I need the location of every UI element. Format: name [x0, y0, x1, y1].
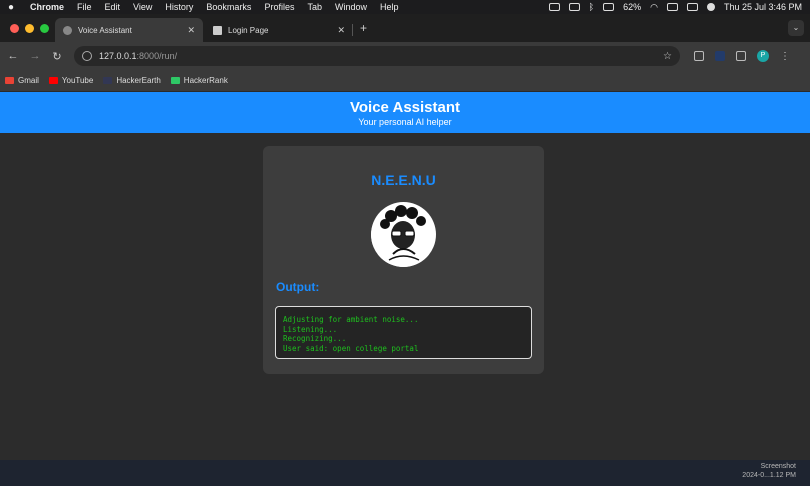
- control-center-icon[interactable]: [686, 3, 698, 11]
- screenshot-title: Screenshot: [760, 463, 796, 470]
- macos-menu-bar: ● Chrome File Edit View History Bookmark…: [0, 0, 810, 14]
- battery-icon[interactable]: [603, 3, 615, 11]
- menu-bookmarks[interactable]: Bookmarks: [206, 2, 251, 12]
- youtube-icon: [48, 77, 58, 84]
- close-tab-icon[interactable]: ✕: [187, 25, 195, 36]
- bookmark-label: HackerRank: [183, 76, 228, 85]
- url-text[interactable]: 127.0.0.1:8000/run/: [99, 51, 177, 61]
- menu-history[interactable]: History: [165, 2, 193, 12]
- bluetooth-icon[interactable]: ᛒ: [589, 2, 594, 12]
- minimize-window-button[interactable]: [25, 24, 34, 33]
- close-tab-icon[interactable]: ✕: [337, 25, 345, 36]
- bookmark-youtube[interactable]: YouTube: [48, 76, 94, 85]
- siri-icon[interactable]: [706, 3, 715, 11]
- hackerrank-icon: [170, 77, 180, 84]
- menu-app-name[interactable]: Chrome: [30, 2, 64, 12]
- output-line: Listening...: [283, 324, 338, 334]
- menu-profiles[interactable]: Profiles: [264, 2, 294, 12]
- menu-edit[interactable]: Edit: [105, 2, 121, 12]
- menu-view[interactable]: View: [133, 2, 152, 12]
- tab-separator: [352, 24, 353, 36]
- display-icon[interactable]: [568, 3, 580, 11]
- assistant-card: N.E.E.N.U Output: Adjusting for ambient …: [263, 146, 544, 374]
- bookmark-label: YouTube: [61, 76, 94, 85]
- output-line: Recognizing...: [283, 334, 347, 343]
- bookmark-label: Gmail: [18, 76, 39, 85]
- screenshot-date: 2024-0...1.12 PM: [742, 472, 796, 479]
- screenshot-thumbnail[interactable]: Screenshot 2024-0...1.12 PM: [742, 462, 796, 480]
- menu-file[interactable]: File: [77, 2, 92, 12]
- menu-help[interactable]: Help: [380, 2, 399, 12]
- page-favicon-icon: [213, 25, 222, 35]
- browser-toolbar: ← → ↻ 127.0.0.1:8000/run/ ☆ P ⋮: [0, 42, 810, 70]
- tab-search-button[interactable]: ⌄: [788, 20, 804, 36]
- gmail-icon: [5, 77, 14, 84]
- site-info-icon[interactable]: [82, 51, 92, 61]
- profile-avatar[interactable]: P: [757, 50, 769, 62]
- tab-title: Voice Assistant: [78, 25, 132, 35]
- window-controls: [10, 24, 49, 33]
- avatar-illustration-icon: [371, 203, 435, 267]
- tab-login-page[interactable]: Login Page ✕: [205, 18, 353, 42]
- page-viewport: Voice Assistant Your personal AI helper …: [0, 92, 810, 460]
- reload-icon[interactable]: ↻: [46, 50, 68, 63]
- assistant-name: N.E.E.N.U: [371, 172, 436, 188]
- menu-window[interactable]: Window: [335, 2, 367, 12]
- app-status-icon[interactable]: [548, 3, 560, 11]
- page-header: Voice Assistant Your personal AI helper: [0, 92, 810, 133]
- output-line: User said: open college portal: [283, 343, 419, 353]
- apple-icon[interactable]: ●: [8, 2, 20, 13]
- hackerearth-icon: [103, 77, 113, 84]
- close-window-button[interactable]: [10, 24, 19, 33]
- desktop-strip: Screenshot 2024-0...1.12 PM: [0, 460, 810, 486]
- zoom-window-button[interactable]: [40, 24, 49, 33]
- toolbar-actions: P ⋮: [694, 50, 790, 62]
- bookmark-star-icon[interactable]: ☆: [663, 51, 672, 62]
- more-menu-icon[interactable]: ⋮: [780, 51, 790, 62]
- address-bar[interactable]: 127.0.0.1:8000/run/ ☆: [74, 46, 680, 66]
- tab-voice-assistant[interactable]: Voice Assistant ✕: [55, 18, 203, 42]
- wifi-icon[interactable]: ◠: [650, 2, 658, 13]
- bookmark-label: HackerEarth: [116, 76, 161, 85]
- bookmark-hackerearth[interactable]: HackerEarth: [103, 76, 161, 85]
- output-line: Adjusting for ambient noise...: [283, 315, 419, 324]
- bookmark-gmail[interactable]: Gmail: [5, 76, 39, 85]
- battery-percent: 62%: [623, 2, 642, 12]
- screen-mirroring-icon[interactable]: [666, 3, 678, 11]
- page-subtitle: Your personal AI helper: [358, 117, 452, 127]
- url-path: :8000/run/: [136, 51, 178, 61]
- forward-icon[interactable]: →: [24, 50, 46, 62]
- menu-clock[interactable]: Thu 25 Jul 3:46 PM: [724, 2, 802, 12]
- tab-strip: Voice Assistant ✕ Login Page ✕ + ⌄: [0, 14, 810, 42]
- output-label: Output:: [276, 280, 320, 294]
- assistant-avatar[interactable]: [371, 202, 436, 267]
- status-area: ᛒ 62% ◠ Thu 25 Jul 3:46 PM: [548, 2, 802, 13]
- reading-list-icon[interactable]: [694, 51, 704, 61]
- back-icon[interactable]: ←: [2, 50, 24, 62]
- bookmark-hackerrank[interactable]: HackerRank: [170, 76, 228, 85]
- tab-title: Login Page: [228, 25, 269, 35]
- globe-icon: [63, 25, 72, 35]
- new-tab-button[interactable]: +: [360, 21, 367, 35]
- extension-icon[interactable]: [715, 51, 725, 61]
- output-console: Adjusting for ambient noise... Listening…: [275, 306, 532, 359]
- page-title: Voice Assistant: [349, 99, 461, 116]
- bookmarks-bar: Gmail YouTube HackerEarth HackerRank: [0, 70, 810, 92]
- url-host: 127.0.0.1: [99, 51, 137, 61]
- extensions-puzzle-icon[interactable]: [736, 51, 746, 61]
- menu-tab[interactable]: Tab: [307, 2, 322, 12]
